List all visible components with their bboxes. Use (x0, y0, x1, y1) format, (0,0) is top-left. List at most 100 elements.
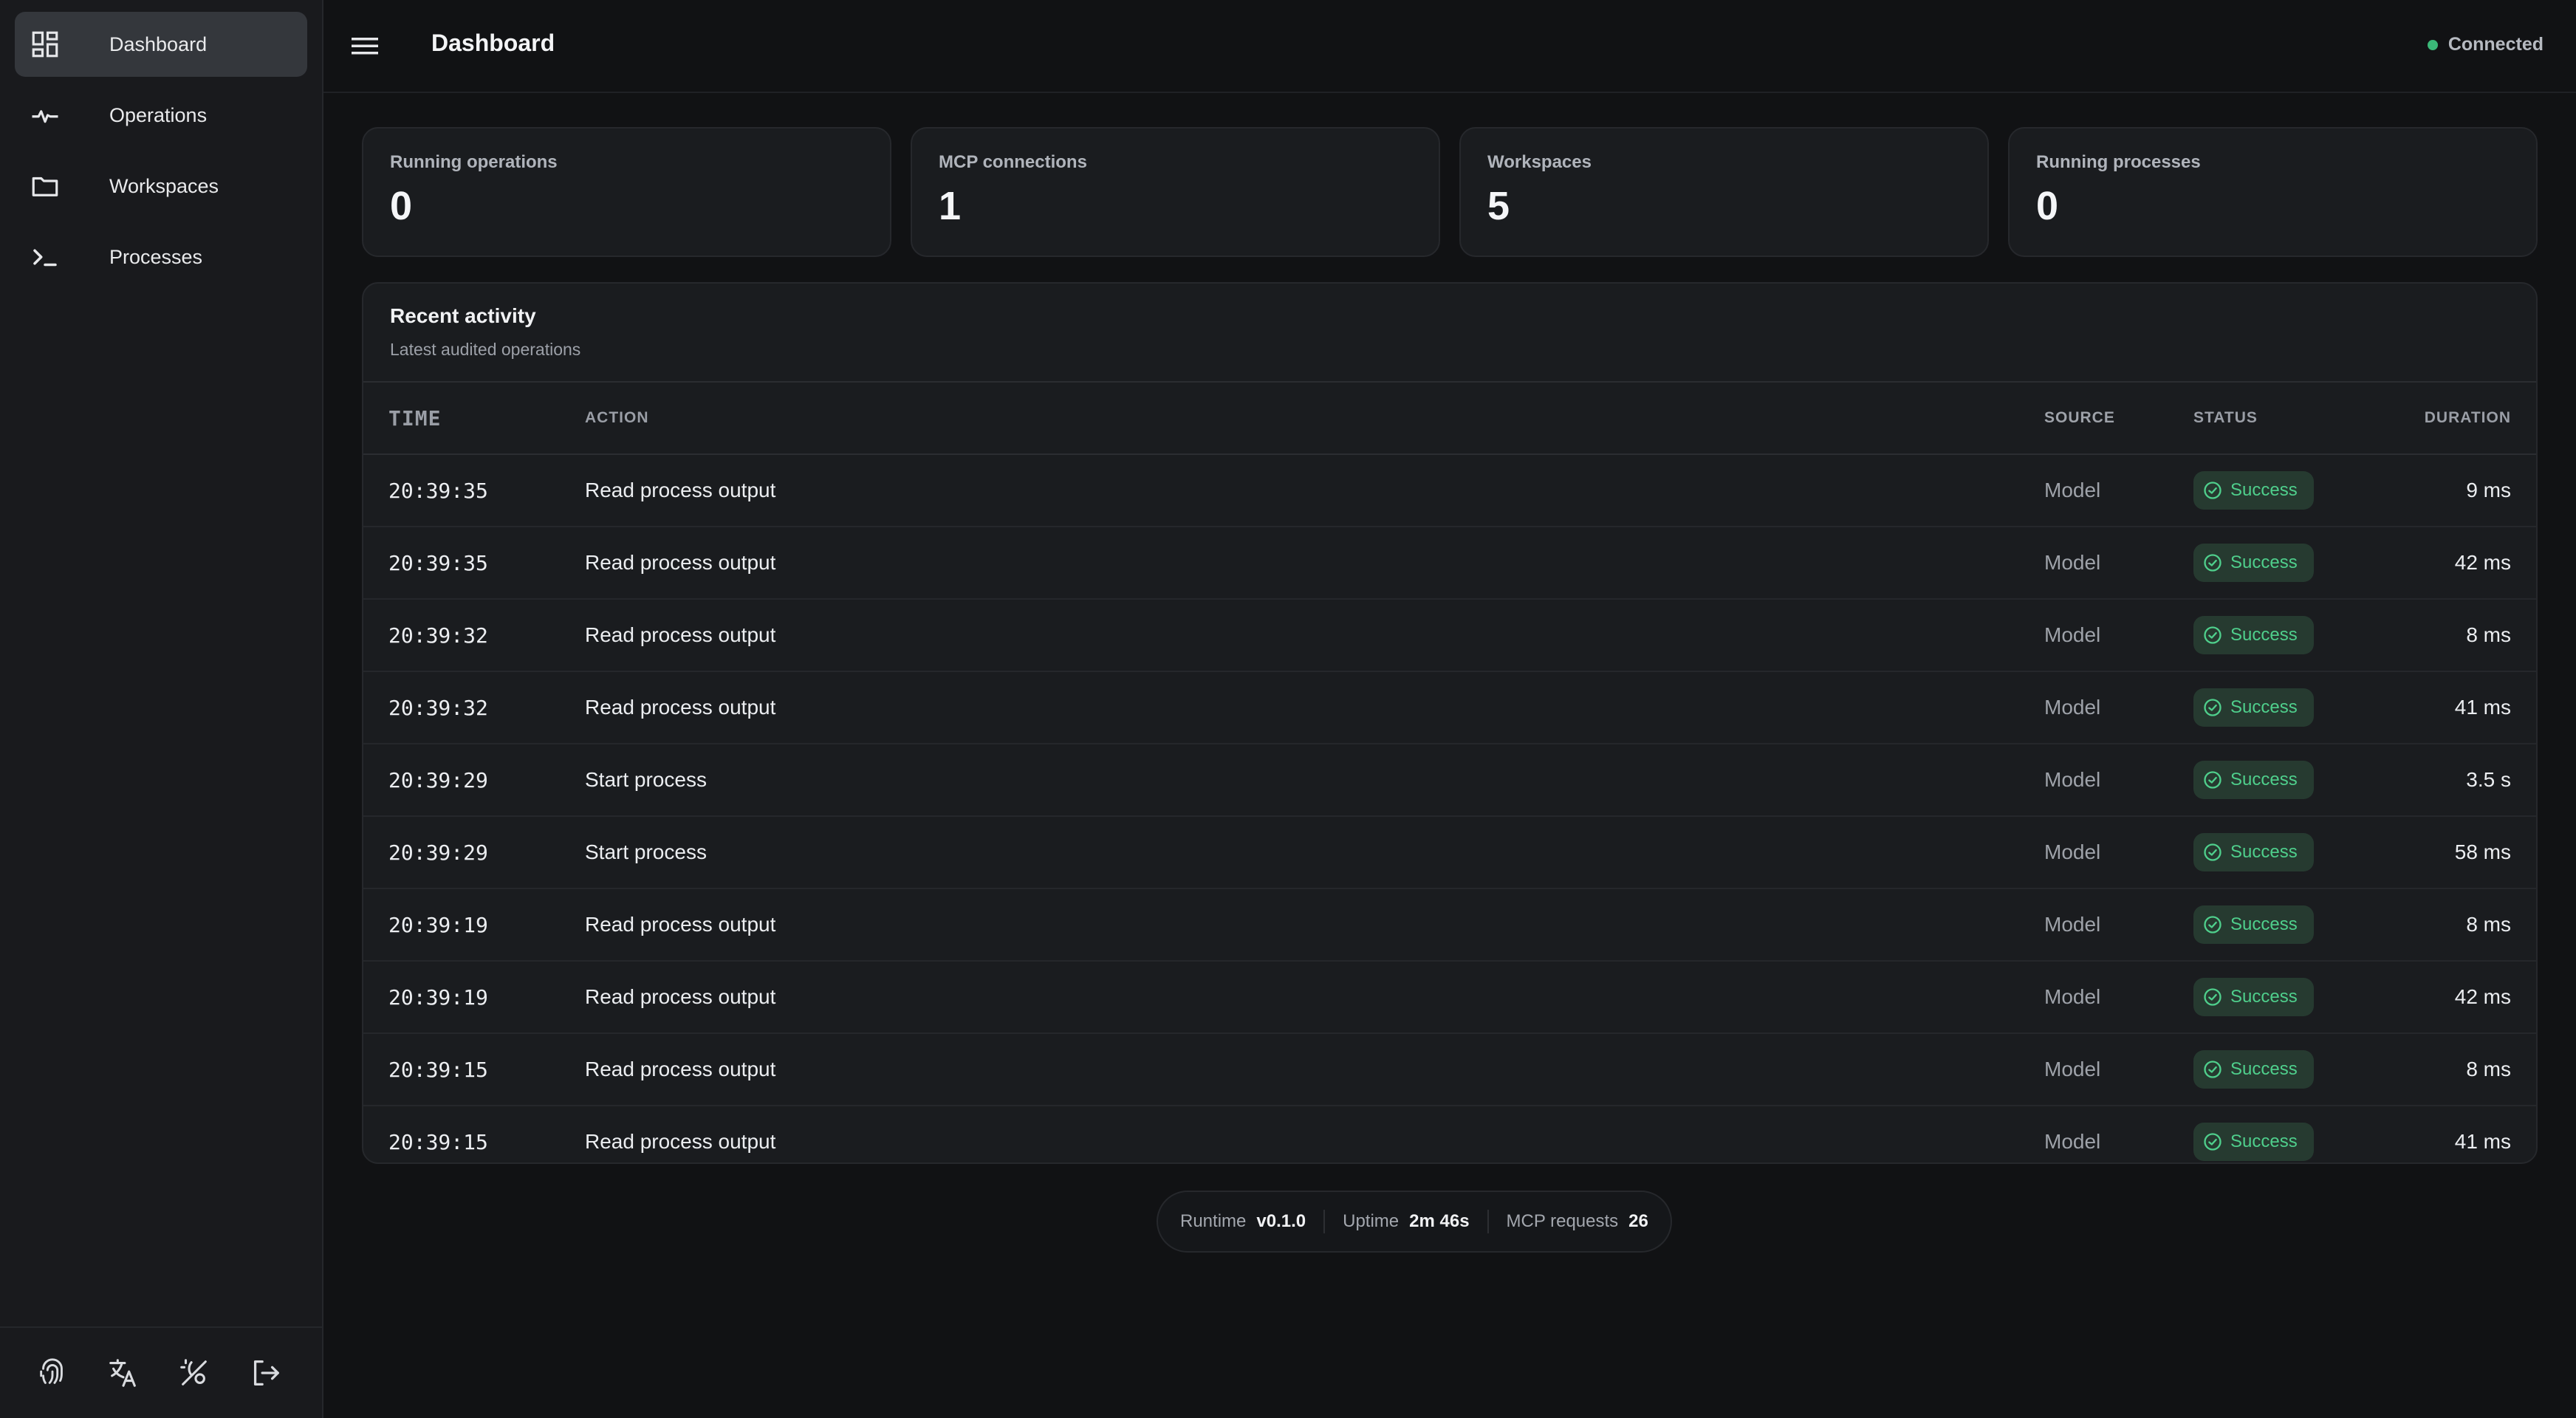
table-row[interactable]: 20:39:15 Read process output Model Success 8… (363, 1033, 2536, 1106)
cell-status: Success (2193, 599, 2363, 672)
sidebar-item-workspaces[interactable]: Workspaces (15, 154, 307, 219)
status-badge-label: Success (2230, 625, 2298, 645)
sidebar-item-label: Workspaces (109, 174, 219, 197)
cell-duration: 8 ms (2363, 1033, 2536, 1106)
mcp-requests-value: 26 (1628, 1211, 1648, 1231)
sidebar-item-processes[interactable]: Processes (15, 225, 307, 290)
cell-source: Model (2044, 961, 2193, 1034)
cell-action: Start process (584, 816, 2044, 889)
fingerprint-icon[interactable] (35, 1356, 69, 1390)
folder-icon (30, 171, 61, 202)
cell-time: 20:39:15 (363, 1033, 584, 1106)
cell-duration: 8 ms (2363, 888, 2536, 962)
cell-time: 20:39:29 (363, 744, 584, 817)
cell-source: Model (2044, 599, 2193, 672)
check-circle-icon (2204, 843, 2222, 861)
table-row[interactable]: 20:39:15 Read process output Model Success 4… (363, 1106, 2536, 1162)
connection-status: Connected (2427, 34, 2544, 55)
table-row[interactable]: 20:39:35 Read process output Model Success 4… (363, 527, 2536, 600)
sidebar-item-operations[interactable]: Operations (15, 83, 307, 148)
stats-row: Running operations 0 MCP connections 1 W… (362, 127, 2538, 257)
sidebar-nav: Dashboard Operations Workspaces Processe… (0, 0, 322, 290)
logout-icon[interactable] (248, 1356, 282, 1390)
cell-time: 20:39:35 (363, 527, 584, 600)
check-circle-icon (2204, 626, 2222, 644)
mcp-requests-segment: MCP requests 26 (1489, 1210, 1648, 1233)
table-row[interactable]: 20:39:35 Read process output Model Success 9… (363, 454, 2536, 527)
cell-source: Model (2044, 816, 2193, 889)
cell-source: Model (2044, 1033, 2193, 1106)
runtime-info-bar: Runtime v0.1.0 Uptime 2m 46s MCP request… (1157, 1191, 1672, 1253)
stat-value: 0 (390, 184, 413, 228)
cell-source: Model (2044, 744, 2193, 817)
activity-pulse-icon (30, 100, 61, 131)
stat-value: 5 (1487, 184, 1510, 228)
terminal-icon (30, 242, 61, 273)
cell-time: 20:39:19 (363, 888, 584, 962)
connection-status-label: Connected (2447, 34, 2544, 55)
stat-card-running-operations: Running operations 0 (362, 127, 891, 257)
cell-time: 20:39:15 (388, 1129, 488, 1154)
recent-activity-card: Recent activity Latest audited operation… (362, 282, 2538, 1164)
cell-status: Success (2193, 1033, 2363, 1106)
cell-action: Read process output (584, 454, 2044, 527)
table-row[interactable]: 20:39:29 Start process Model Success 3.5 s (363, 744, 2536, 817)
sidebar-footer (0, 1326, 322, 1418)
cell-duration: 41 ms (2363, 671, 2536, 744)
activity-table-body: 20:39:35 Read process output Model Success 9… (363, 454, 2536, 1162)
cell-source: Model (2044, 1130, 2101, 1153)
table-row[interactable]: 20:39:32 Read process output Model Success 8… (363, 599, 2536, 672)
cell-duration: 3.5 s (2363, 744, 2536, 817)
status-badge: Success (2193, 616, 2314, 654)
cell-time: 20:39:32 (363, 671, 584, 744)
table-row[interactable]: 20:39:32 Read process output Model Success 4… (363, 671, 2536, 744)
cell-action: Start process (584, 744, 2044, 817)
status-badge: Success (2193, 471, 2314, 510)
sidebar: Dashboard Operations Workspaces Processe… (0, 0, 323, 1418)
cell-duration: 42 ms (2363, 527, 2536, 600)
cell-action: Read process output (585, 1130, 776, 1153)
check-circle-icon (2204, 1133, 2222, 1151)
status-badge-label: Success (2230, 697, 2298, 717)
table-row[interactable]: 20:39:19 Read process output Model Success 4… (363, 961, 2536, 1034)
status-badge-label: Success (2230, 987, 2298, 1007)
status-badge-label: Success (2230, 914, 2298, 934)
sidebar-item-dashboard[interactable]: Dashboard (15, 12, 307, 77)
table-row[interactable]: 20:39:19 Read process output Model Success 8… (363, 888, 2536, 962)
mcp-requests-label: MCP requests (1506, 1211, 1619, 1231)
cell-status: Success (2193, 527, 2363, 600)
status-badge: Success (2193, 761, 2314, 799)
status-badge: Success (2193, 688, 2314, 727)
status-badge-label: Success (2230, 552, 2298, 572)
cell-duration: 8 ms (2363, 599, 2536, 672)
stat-value: 0 (2036, 184, 2059, 228)
check-circle-icon (2204, 699, 2222, 716)
status-badge: Success (2193, 905, 2314, 944)
cell-action: Read process output (584, 888, 2044, 962)
translate-icon[interactable] (106, 1356, 140, 1390)
check-circle-icon (2204, 916, 2222, 934)
section-title: Recent activity (390, 304, 536, 327)
stat-label: Workspaces (1487, 152, 1592, 172)
sidebar-item-label: Processes (109, 245, 203, 268)
check-circle-icon (2204, 988, 2222, 1006)
column-header-source: SOURCE (2044, 383, 2193, 455)
status-badge: Success (2193, 978, 2314, 1016)
recent-activity-header: Recent activity Latest audited operation… (363, 284, 2536, 383)
check-circle-icon (2204, 1061, 2222, 1078)
menu-icon[interactable] (349, 31, 381, 61)
theme-toggle-icon[interactable] (177, 1356, 211, 1390)
uptime-value: 2m 46s (1409, 1211, 1470, 1231)
table-row[interactable]: 20:39:29 Start process Model Success 58 ms (363, 816, 2536, 889)
status-badge: Success (2193, 833, 2314, 871)
stat-label: Running processes (2036, 152, 2201, 172)
cell-status: Success (2193, 816, 2363, 889)
status-badge-label: Success (2230, 1131, 2298, 1151)
column-header-time: TIME (363, 383, 584, 455)
status-badge-label: Success (2230, 842, 2298, 862)
stat-value: 1 (939, 184, 962, 228)
stat-card-running-processes: Running processes 0 (2008, 127, 2538, 257)
check-circle-icon (2204, 482, 2222, 499)
stat-label: MCP connections (939, 152, 1087, 172)
page-title: Dashboard (431, 30, 555, 56)
